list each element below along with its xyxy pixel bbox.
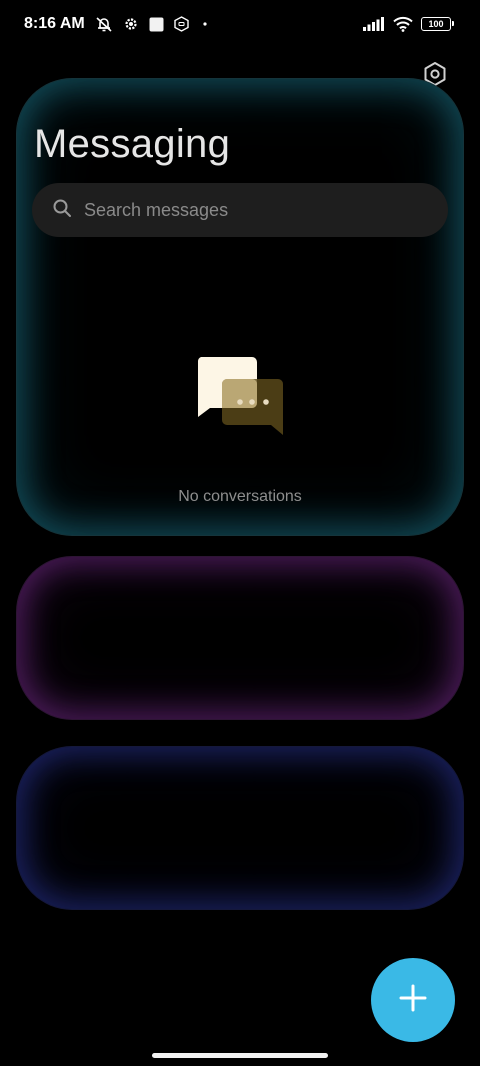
new-message-button[interactable] [371,958,455,1042]
search-placeholder: Search messages [84,199,229,220]
status-bar-right: 100 [363,16,454,32]
alarm-off-icon [95,15,113,33]
settings-gear-icon [123,16,139,32]
page-title: Messaging [34,122,231,166]
search-icon [52,198,72,223]
plus-icon [398,983,428,1018]
status-bar-left: 8:16 AM [24,15,211,33]
square-notification-icon [149,17,164,32]
cellular-signal-icon [363,17,385,31]
hexagon-app-icon [174,16,189,32]
home-indicator[interactable] [152,1053,328,1058]
messaging-screen: 8:16 AM 100 Messaging Search messages No… [0,0,480,1066]
search-input[interactable]: Search messages [32,183,448,237]
wifi-icon [393,16,413,32]
battery-icon: 100 [421,17,454,31]
blue-glow-card [16,746,464,910]
purple-glow-card [16,556,464,720]
dot-icon [199,20,211,28]
chat-bubbles-icon [194,355,286,437]
empty-state-message: No conversations [178,488,302,505]
status-time: 8:16 AM [24,15,85,32]
status-bar: 8:16 AM 100 [0,0,480,48]
